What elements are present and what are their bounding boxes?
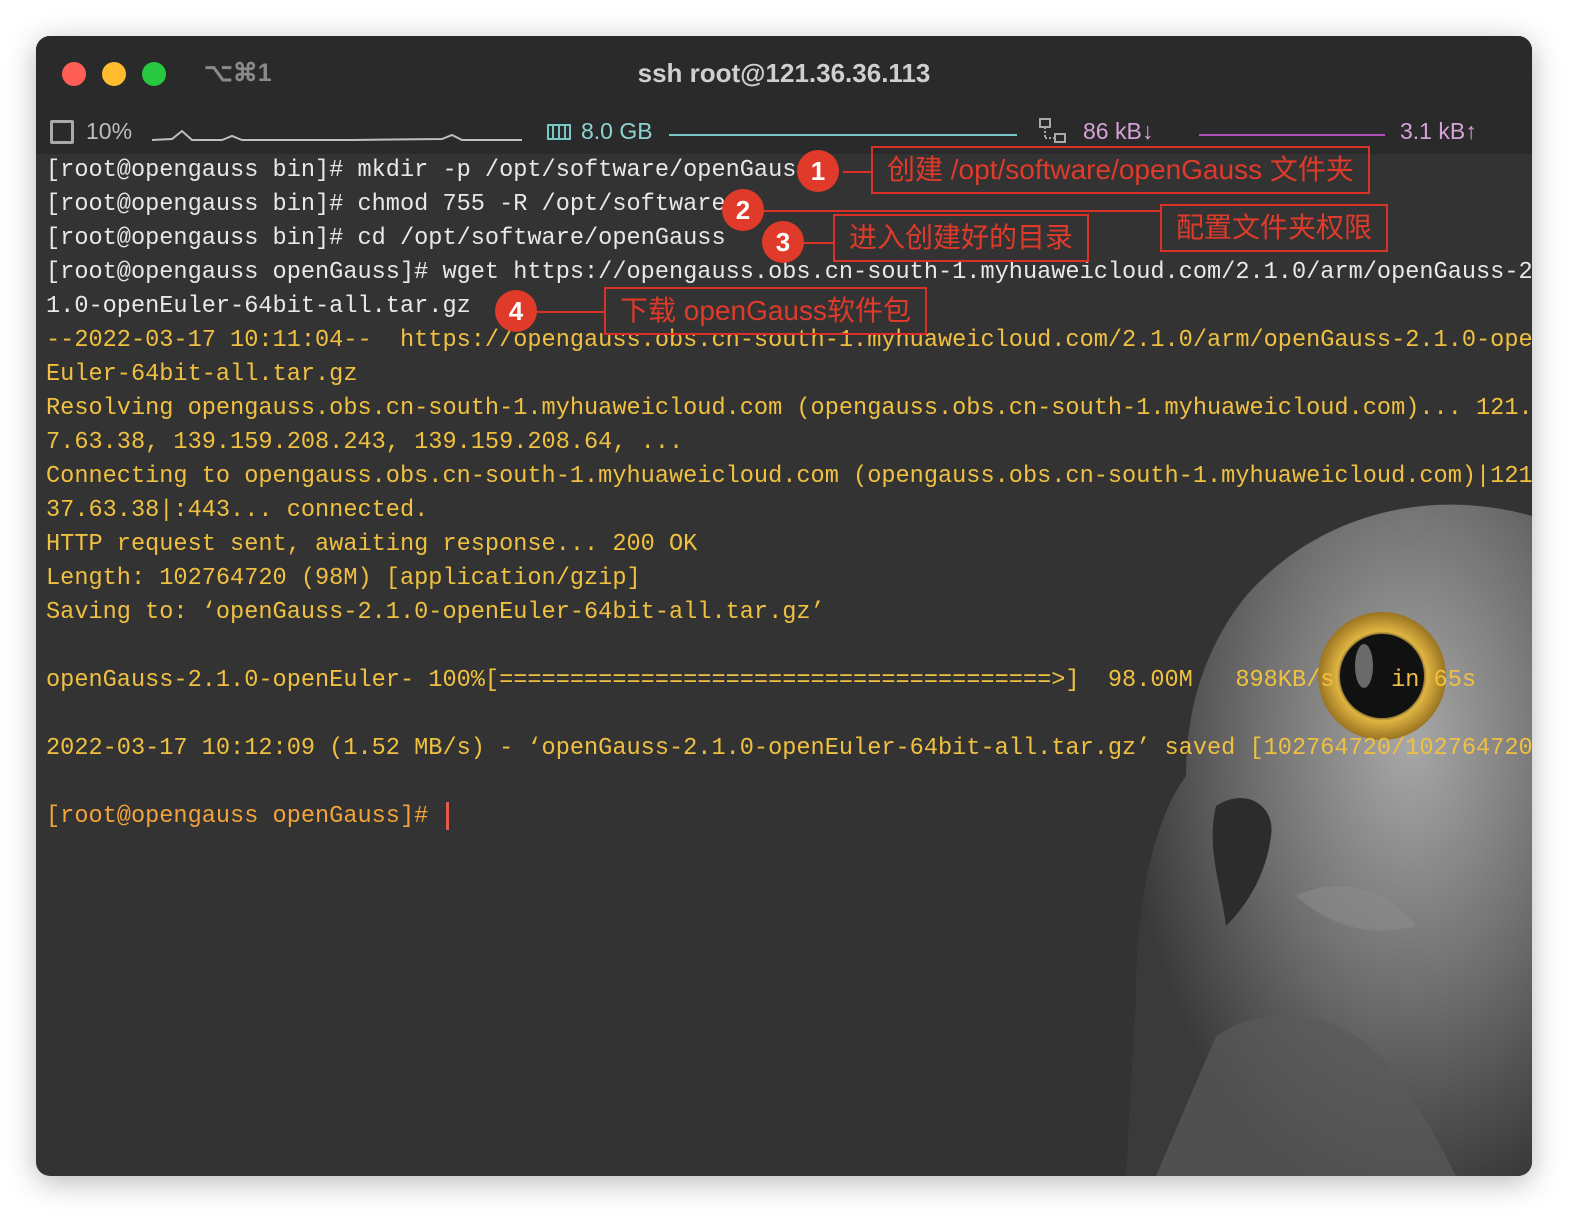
terminal-line: 7.63.38, 139.159.208.243, 139.159.208.64… [46, 429, 684, 456]
terminal-line: 37.63.38|:443... connected. [46, 497, 429, 524]
terminal-line: Resolving opengauss.obs.cn-south-1.myhua… [46, 395, 1532, 422]
annotation-connector [804, 242, 834, 244]
network-upload: 3.1 kB↑ [1400, 118, 1477, 144]
memory-icon [547, 124, 571, 140]
annotation-badge-1: 1 [797, 150, 839, 192]
cpu-usage: 10% [86, 118, 133, 144]
terminal-prompt: [root@opengauss openGauss]# [46, 803, 443, 830]
network-icon [1039, 118, 1066, 143]
text-cursor [446, 801, 450, 830]
terminal-prompt-line[interactable]: [root@opengauss openGauss]# [46, 800, 1530, 834]
annotation-connector [537, 311, 605, 313]
terminal-window: ⌥⌘1 ssh root@121.36.36.113 10% 8.0 GB 86… [36, 36, 1532, 1176]
annotation-callout-2: 配置文件夹权限 [1160, 204, 1389, 252]
terminal-line: Saving to: ‘openGauss-2.1.0-openEuler-64… [46, 599, 825, 626]
annotation-callout-3: 进入创建好的目录 [833, 214, 1090, 262]
cpu-icon [50, 120, 74, 144]
title-bar: ⌥⌘1 ssh root@121.36.36.113 10% 8.0 GB 86… [36, 36, 1532, 154]
annotation-callout-4: 下载 openGauss软件包 [604, 287, 927, 335]
memory-usage: 8.0 GB [581, 118, 653, 144]
network-download: 86 kB↓ [1083, 118, 1154, 144]
window-title: ssh root@121.36.36.113 [637, 58, 931, 88]
annotation-badge-2: 2 [722, 189, 764, 231]
annotation-badge-4: 4 [495, 290, 537, 332]
terminal-line: Connecting to opengauss.obs.cn-south-1.m… [46, 463, 1532, 490]
network-graph [1199, 134, 1385, 136]
memory-graph [669, 134, 1017, 136]
cpu-sparkline [152, 129, 522, 141]
annotation-connector [843, 171, 871, 173]
terminal-line: HTTP request sent, awaiting response... … [46, 531, 698, 558]
terminal-line: openGauss-2.1.0-openEuler- 100%[========… [46, 667, 1477, 694]
annotation-callout-1: 创建 /opt/software/openGauss 文件夹 [871, 146, 1370, 194]
annotation-badge-3: 3 [762, 221, 804, 263]
terminal-line: Length: 102764720 (98M) [application/gzi… [46, 565, 641, 592]
terminal-line: 2022-03-17 10:12:09 (1.52 MB/s) - ‘openG… [46, 735, 1532, 762]
terminal-line: Euler-64bit-all.tar.gz [46, 361, 358, 388]
annotation-connector [764, 210, 1162, 212]
